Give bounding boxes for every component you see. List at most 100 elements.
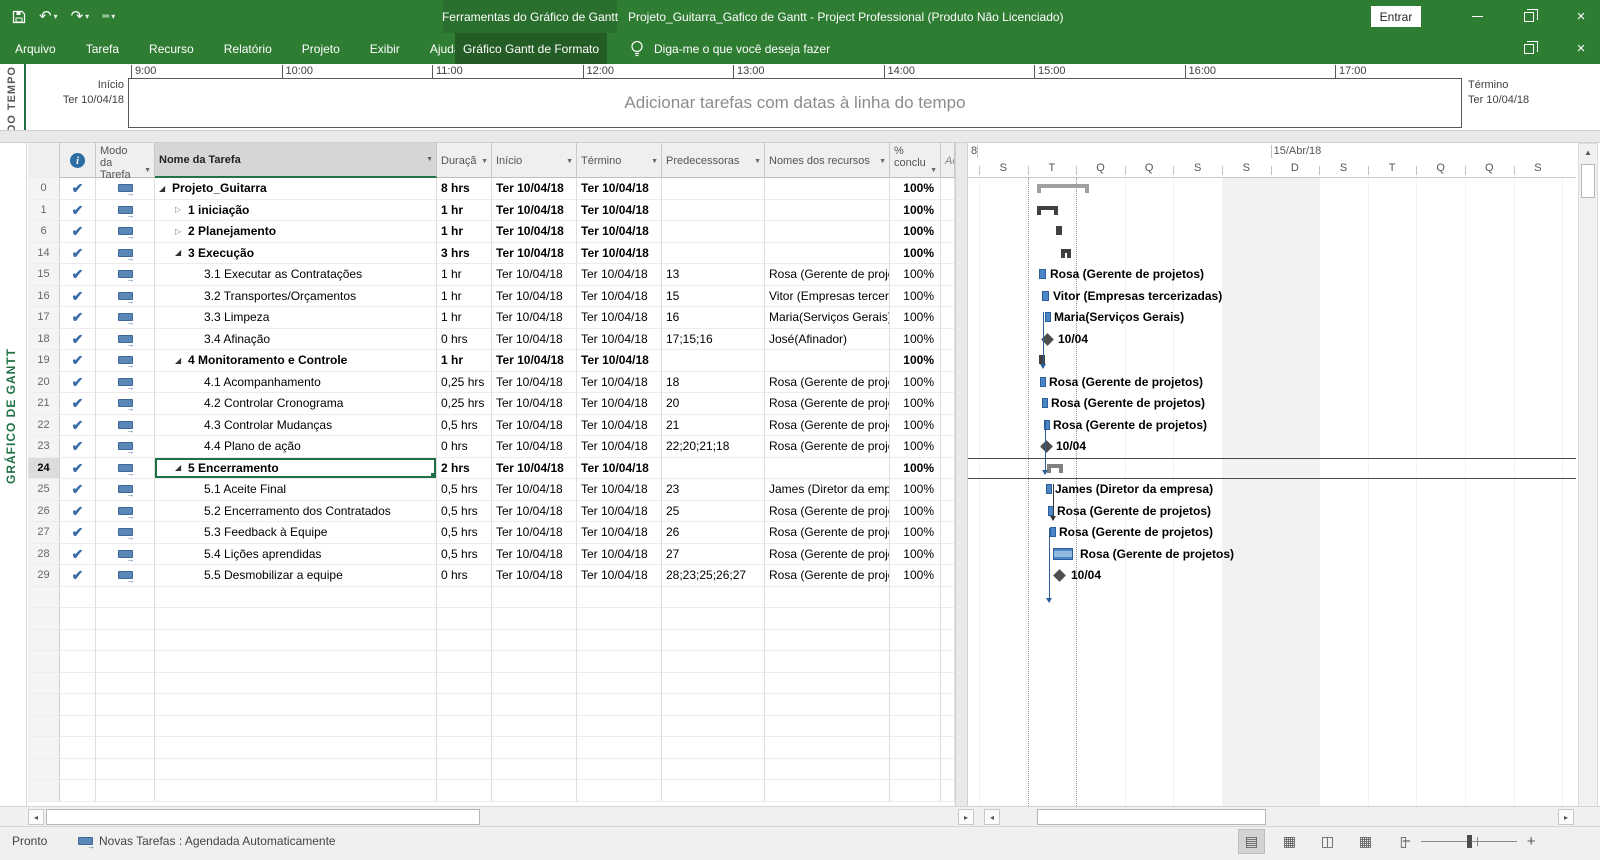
- dropdown-icon[interactable]: ▼: [930, 167, 937, 174]
- timeline-bar[interactable]: Adicionar tarefas com datas à linha do t…: [128, 78, 1462, 128]
- vertical-scrollbar[interactable]: ▲ ▼: [1578, 143, 1598, 820]
- table-row[interactable]: 14✔◢3 Execução3 hrsTer 10/04/18Ter 10/04…: [28, 242, 955, 264]
- gantt-row[interactable]: Rosa (Gerente de projetos): [968, 544, 1576, 566]
- gantt-row[interactable]: Rosa (Gerente de projetos): [968, 393, 1576, 415]
- ribbon-tab-exibir[interactable]: Exibir: [355, 33, 415, 64]
- gantt-row[interactable]: [968, 458, 1576, 480]
- task-bar[interactable]: [1040, 376, 1046, 387]
- gantt-row[interactable]: Vitor (Empresas tercerizadas): [968, 286, 1576, 308]
- task-bar-highlighted[interactable]: [1053, 547, 1073, 560]
- ribbon-tab-arquivo[interactable]: Arquivo: [0, 33, 71, 64]
- table-row[interactable]: 24✔◢5 Encerramento2 hrsTer 10/04/18Ter 1…: [28, 457, 955, 479]
- gantt-row[interactable]: Maria(Serviços Gerais): [968, 307, 1576, 329]
- table-row-empty[interactable]: [28, 758, 955, 780]
- table-row-empty[interactable]: [28, 715, 955, 737]
- dropdown-icon[interactable]: ▼: [566, 158, 573, 165]
- header-finish[interactable]: Término ▼: [577, 143, 662, 178]
- ribbon-tab-recurso[interactable]: Recurso: [134, 33, 209, 64]
- table-row-empty[interactable]: [28, 737, 955, 759]
- table-row[interactable]: 22✔4.3 Controlar Mudanças0,5 hrsTer 10/0…: [28, 414, 955, 436]
- gantt-row[interactable]: 10/04: [968, 329, 1576, 351]
- table-row[interactable]: 28✔5.4 Lições aprendidas0,5 hrsTer 10/04…: [28, 543, 955, 565]
- table-row[interactable]: 1✔▷1 iniciação1 hrTer 10/04/18Ter 10/04/…: [28, 199, 955, 221]
- task-name[interactable]: 5.1 Aceite Final: [204, 482, 286, 496]
- summary-bar[interactable]: [1037, 205, 1058, 215]
- gantt-row[interactable]: Rosa (Gerente de projetos): [968, 372, 1576, 394]
- table-row[interactable]: 18✔3.4 Afinação0 hrsTer 10/04/18Ter 10/0…: [28, 328, 955, 350]
- resource-sheet-view-button[interactable]: ▦: [1352, 829, 1379, 854]
- milestone-diamond[interactable]: [1053, 569, 1066, 582]
- dropdown-icon[interactable]: ▼: [144, 167, 151, 174]
- collapse-toggle-icon[interactable]: ▷: [175, 205, 188, 214]
- table-row[interactable]: 19✔◢4 Monitoramento e Controle1 hrTer 10…: [28, 350, 955, 372]
- gantt-row[interactable]: 10/04: [968, 565, 1576, 587]
- dropdown-icon[interactable]: ▼: [426, 156, 433, 163]
- dropdown-icon[interactable]: ▼: [879, 158, 886, 165]
- close-button[interactable]: ×: [1570, 7, 1592, 27]
- header-info[interactable]: i: [60, 143, 96, 178]
- gantt-row[interactable]: [968, 200, 1576, 222]
- collapse-toggle-icon[interactable]: ▷: [175, 227, 188, 236]
- gantt-row[interactable]: Rosa (Gerente de projetos): [968, 415, 1576, 437]
- task-name[interactable]: 3 Execução: [188, 246, 254, 260]
- task-bar[interactable]: [1046, 484, 1052, 494]
- table-chart-splitter[interactable]: [955, 143, 968, 806]
- status-new-tasks[interactable]: Novas Tarefas : Agendada Automaticamente: [78, 834, 336, 851]
- header-resource-names[interactable]: Nomes dos recursos ▼: [765, 143, 890, 178]
- task-name[interactable]: 3.3 Limpeza: [204, 310, 269, 324]
- header-task-mode[interactable]: Modo da Tarefa ▼: [96, 143, 155, 178]
- minimize-button[interactable]: [1466, 7, 1488, 27]
- gantt-row[interactable]: Rosa (Gerente de projetos): [968, 264, 1576, 286]
- gantt-row[interactable]: [968, 243, 1576, 265]
- close-ribbon-button[interactable]: ×: [1570, 39, 1592, 59]
- ribbon-tab-relatório[interactable]: Relatório: [209, 33, 287, 64]
- view-bar[interactable]: GRÁFICO DE GANTT: [0, 143, 27, 806]
- undo-button[interactable]: ↶ ▾: [39, 9, 58, 24]
- gantt-row[interactable]: Rosa (Gerente de projetos): [968, 522, 1576, 544]
- chart-scroll-left-icon[interactable]: ◂: [984, 809, 1000, 825]
- table-row[interactable]: 0✔◢Projeto_Guitarra8 hrsTer 10/04/18Ter …: [28, 178, 955, 200]
- gantt-row[interactable]: [968, 178, 1576, 200]
- header-predecessors[interactable]: Predecessoras ▼: [662, 143, 765, 178]
- task-bar[interactable]: [1039, 269, 1046, 279]
- table-row[interactable]: 23✔4.4 Plano de ação0 hrsTer 10/04/18Ter…: [28, 436, 955, 458]
- gantt-row[interactable]: Rosa (Gerente de projetos): [968, 501, 1576, 523]
- table-scroll-right-icon[interactable]: ▸: [958, 809, 974, 825]
- vertical-scroll-thumb[interactable]: [1581, 164, 1595, 198]
- gantt-row[interactable]: [968, 350, 1576, 372]
- ribbon-tab-tarefa[interactable]: Tarefa: [71, 33, 134, 64]
- dropdown-icon[interactable]: ▼: [481, 158, 488, 165]
- zoom-in-icon[interactable]: +: [1527, 833, 1536, 850]
- zoom-out-icon[interactable]: −: [1402, 833, 1411, 850]
- expand-toggle-icon[interactable]: ◢: [159, 184, 172, 193]
- gantt-row[interactable]: [968, 221, 1576, 243]
- milestone-diamond[interactable]: [1040, 440, 1053, 453]
- task-usage-view-button[interactable]: ▦: [1276, 829, 1303, 854]
- gantt-row[interactable]: James (Diretor da empresa): [968, 479, 1576, 501]
- task-name[interactable]: 4 Monitoramento e Controle: [188, 353, 347, 367]
- tab-gantt-format[interactable]: Gráfico Gantt de Formato: [455, 33, 607, 64]
- expand-toggle-icon[interactable]: ◢: [175, 463, 188, 472]
- task-name[interactable]: 4.3 Controlar Mudanças: [204, 418, 332, 432]
- task-name[interactable]: 3.4 Afinação: [204, 332, 270, 346]
- pane-splitter-horizontal[interactable]: [0, 130, 1600, 143]
- task-name[interactable]: 1 iniciação: [188, 203, 249, 217]
- table-scroll-left-icon[interactable]: ◂: [28, 809, 44, 825]
- table-row[interactable]: 26 ✔ 5.2 Encerramento dos Contratados 0,5 h…: [28, 500, 955, 522]
- task-name[interactable]: 4.1 Acompanhamento: [204, 375, 321, 389]
- chart-timescale[interactable]: 8 15/Abr/18 S T Q Q S S D S T Q Q S: [968, 143, 1576, 178]
- table-row[interactable]: 25✔5.1 Aceite Final0,5 hrsTer 10/04/18Te…: [28, 479, 955, 501]
- table-row-empty[interactable]: [28, 629, 955, 651]
- task-bar[interactable]: [1045, 312, 1051, 322]
- task-bar[interactable]: [1050, 527, 1056, 537]
- chart-scroll-thumb[interactable]: [1037, 809, 1266, 825]
- summary-bar[interactable]: [1039, 355, 1045, 364]
- task-name[interactable]: 5.3 Feedback à Equipe: [204, 525, 327, 539]
- save-icon[interactable]: [12, 10, 26, 24]
- table-scroll-thumb[interactable]: [46, 809, 480, 825]
- summary-bar[interactable]: [1056, 226, 1062, 235]
- table-row[interactable]: 15✔3.1 Executar as Contratações1 hrTer 1…: [28, 264, 955, 286]
- table-row-empty[interactable]: [28, 694, 955, 716]
- task-name[interactable]: 3.2 Transportes/Orçamentos: [204, 289, 356, 303]
- restore-ribbon-button[interactable]: [1518, 39, 1540, 59]
